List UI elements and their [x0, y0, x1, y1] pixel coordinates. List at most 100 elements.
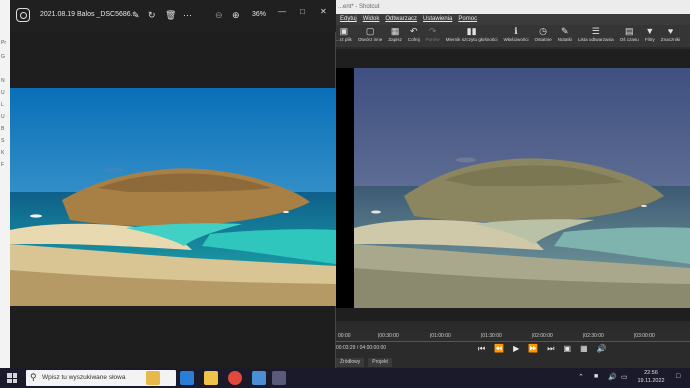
- ruler-tick: |01:00:00: [430, 333, 451, 339]
- zoom-level[interactable]: 36%: [252, 11, 266, 18]
- save-icon: ▦: [390, 26, 400, 36]
- tab-project[interactable]: Projekt: [368, 358, 392, 367]
- filters-button[interactable]: ▼ Filtry: [642, 25, 658, 42]
- volume-icon[interactable]: 🔊: [597, 343, 607, 355]
- player-letterbox: [336, 68, 354, 308]
- side-label: L: [1, 102, 4, 108]
- shotcut-taskbar-icon[interactable]: [272, 371, 286, 385]
- shotcut-title-bar: ...ent* - Shotcut: [330, 0, 690, 14]
- timeline-icon: ▤: [625, 26, 634, 36]
- side-label: F: [1, 162, 5, 168]
- ruler-tick: |01:30:00: [481, 333, 502, 339]
- undo-icon: ↶: [409, 26, 418, 36]
- skip-to-end-icon[interactable]: ⏭: [547, 343, 554, 355]
- properties-icon: ℹ: [514, 26, 518, 36]
- taskbar-clock[interactable]: 22:56 19.11.2022: [634, 370, 668, 385]
- notifications-icon[interactable]: □: [676, 373, 680, 380]
- play-icon[interactable]: ▶: [513, 343, 519, 355]
- file-explorer-icon[interactable]: [204, 371, 218, 385]
- task-view-icon[interactable]: [180, 371, 194, 385]
- minimize-icon[interactable]: —: [278, 6, 286, 18]
- weather-widget-icon[interactable]: [146, 371, 160, 385]
- ruler-tick: |02:30:00: [583, 333, 604, 339]
- photos-taskbar-icon[interactable]: [252, 371, 266, 385]
- fullscreen-icon[interactable]: ▣: [564, 343, 572, 355]
- side-label: B: [1, 126, 5, 132]
- zoom-in-icon[interactable]: ⊕: [232, 8, 240, 22]
- menu-player[interactable]: Odtwarzacz: [385, 14, 417, 25]
- grid-icon[interactable]: ▦: [580, 343, 588, 355]
- menu-edit[interactable]: Edytuj: [340, 14, 357, 25]
- clock-date: 19.11.2022: [637, 377, 665, 384]
- skip-to-start-icon[interactable]: ⏮: [478, 343, 485, 355]
- menu-view[interactable]: Widok: [363, 14, 380, 25]
- battery-icon[interactable]: ▭: [621, 373, 628, 381]
- menu-settings[interactable]: Ustawienia: [423, 14, 452, 25]
- playlist-button[interactable]: ☰ Lista odtwarzania: [575, 25, 617, 42]
- player-preview-image: [354, 68, 690, 308]
- recent-button[interactable]: ◷ Ostatnie: [532, 25, 555, 42]
- photo-image: [10, 88, 336, 306]
- ruler-tick: |03:00:00: [634, 333, 655, 339]
- more-icon[interactable]: ⋯: [183, 8, 192, 22]
- redo-icon: ↷: [428, 26, 437, 36]
- open-other-button[interactable]: ▢ Otwórz inne: [355, 25, 386, 42]
- markers-button[interactable]: ♥ Znaczniki: [658, 25, 683, 42]
- timeline-button[interactable]: ▤ Oś czasu: [617, 25, 642, 42]
- transport-buttons: ⏮ ⏪ ▶ ⏩ ⏭ ▣ ▦ 🔊: [478, 343, 607, 355]
- fast-forward-icon[interactable]: ⏩: [528, 343, 538, 355]
- tab-source[interactable]: Źródłowy: [336, 358, 365, 367]
- ruler-tick: |00:30:00: [378, 333, 399, 339]
- properties-button[interactable]: ℹ Właściwości: [501, 25, 532, 42]
- search-icon: ⚲: [30, 372, 37, 382]
- filters-icon: ▼: [645, 26, 655, 36]
- shotcut-title: ...ent* - Shotcut: [338, 4, 380, 10]
- player-tabs: Źródłowy Projekt: [336, 358, 690, 368]
- notes-button[interactable]: ✎ Notatki: [555, 25, 575, 42]
- shotcut-menu-bar: Edytuj Widok Odtwarzacz Ustawienia Pomoc: [330, 14, 690, 25]
- ruler-tick: |02:00:00: [532, 333, 553, 339]
- chrome-icon[interactable]: [228, 371, 242, 385]
- side-label: Pr: [1, 40, 6, 46]
- photos-title-bar: 2021.08.19 Balos _DSC5686... ✎ ↻ 🗑 ⋯ ⊖ ⊕…: [10, 0, 336, 32]
- background-window-edge: Pr G N U L U B S K F: [0, 0, 10, 368]
- photos-window: 2021.08.19 Balos _DSC5686... ✎ ↻ 🗑 ⋯ ⊖ ⊕…: [10, 0, 336, 368]
- peak-meter-icon: ▮▮: [466, 26, 477, 36]
- menu-help[interactable]: Pomoc: [458, 14, 477, 25]
- timecode-current[interactable]: 00:03:29: [336, 345, 355, 351]
- transport-bar: 00:03:29 / 04:00:00:00 ⏮ ⏪ ▶ ⏩ ⏭ ▣ ▦ 🔊: [336, 342, 690, 356]
- redo-button[interactable]: ↷ Ponów: [423, 25, 443, 42]
- timecode[interactable]: 00:03:29 / 04:00:00:00: [336, 345, 386, 351]
- notes-icon: ✎: [561, 26, 569, 36]
- zoom-out-icon[interactable]: ⊖: [215, 8, 223, 22]
- maximize-icon[interactable]: □: [300, 6, 305, 18]
- ruler-tick: 00:00: [338, 333, 351, 339]
- timeline-ruler[interactable]: 00:00 |00:30:00 |01:00:00 |01:30:00 |02:…: [336, 332, 690, 342]
- playlist-icon: ☰: [591, 26, 600, 36]
- open-icon: ▣: [339, 26, 349, 36]
- side-label: U: [1, 90, 5, 96]
- desktop: ...ent* - Shotcut Edytuj Widok Odtwarzac…: [0, 0, 690, 388]
- side-label: K: [1, 150, 5, 156]
- save-button[interactable]: ▦ Zapisz: [385, 25, 405, 42]
- close-icon[interactable]: ✕: [320, 6, 327, 18]
- network-icon[interactable]: ■: [594, 373, 598, 380]
- photos-file-title: 2021.08.19 Balos _DSC5686...: [40, 11, 137, 18]
- clock-time: 22:56: [644, 370, 658, 376]
- edit-icon[interactable]: ✎: [132, 8, 140, 22]
- open-other-icon: ▢: [365, 26, 375, 36]
- start-icon[interactable]: [7, 373, 17, 383]
- photos-app-icon: [16, 8, 30, 22]
- rotate-icon[interactable]: ↻: [148, 8, 156, 22]
- peak-meter-button[interactable]: ▮▮ Miernik szczytu głośności: [443, 25, 501, 42]
- open-file-button[interactable]: ▣ ...rz plik: [336, 25, 355, 42]
- tray-chevron-icon[interactable]: ⌃: [578, 373, 584, 381]
- side-label: G: [1, 54, 5, 60]
- side-label: U: [1, 114, 5, 120]
- search-placeholder[interactable]: Wpisz tu wyszukiwane słowa: [42, 374, 125, 381]
- recent-icon: ◷: [539, 26, 547, 36]
- rewind-icon[interactable]: ⏪: [494, 343, 504, 355]
- undo-button[interactable]: ↶ Cofnij: [405, 25, 423, 42]
- delete-icon[interactable]: 🗑: [165, 8, 176, 22]
- volume-tray-icon[interactable]: 🔊: [608, 373, 617, 381]
